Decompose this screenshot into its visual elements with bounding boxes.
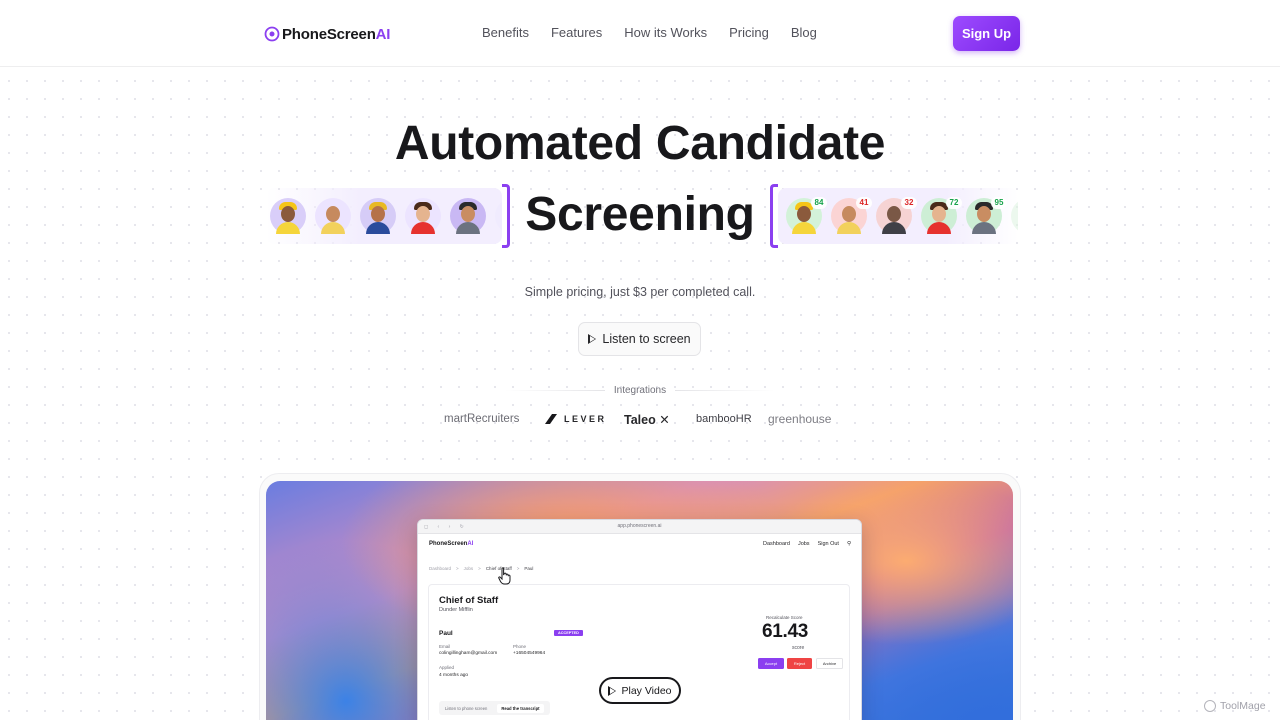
phone-logo-icon (264, 26, 280, 42)
score-badge: 41 (856, 197, 872, 209)
hand-cursor-icon (498, 567, 511, 585)
email-label: Email (439, 644, 451, 649)
app-nav-dashboard[interactable]: Dashboard (763, 541, 790, 547)
integrations-divider-right (675, 390, 775, 391)
hero-rotating-word: Screening (525, 188, 755, 241)
nav-link-benefits[interactable]: Benefits (482, 25, 529, 40)
lever-mark-icon (545, 414, 557, 424)
candidate-strip-right: 84 41 32 72 95 (778, 188, 1018, 244)
integration-logos: martRecruiters LEVER Taleo ✕ bambooHR gr… (444, 409, 836, 429)
job-title: Chief of Staff (439, 595, 499, 606)
app-nav: PhoneScreenAI Dashboard Jobs Sign Out ⚲ (418, 534, 861, 554)
breadcrumb-item: Paul (524, 566, 534, 571)
play-video-label: Play Video (621, 684, 672, 697)
score-badge: 32 (901, 197, 917, 209)
candidate-score: 61.43 (762, 621, 809, 642)
candidate-avatar: 72 (921, 197, 962, 234)
brand-logo[interactable]: PhoneScreenAI (264, 24, 390, 44)
watermark: ToolMage (1204, 700, 1266, 712)
top-nav: PhoneScreenAI Benefits Features How its … (0, 0, 1280, 67)
breadcrumb-item[interactable]: Jobs (464, 566, 474, 571)
nav-link-features[interactable]: Features (551, 25, 602, 40)
candidate-avatar: 84 (786, 197, 827, 234)
app-nav-links: Dashboard Jobs Sign Out ⚲ (763, 541, 851, 547)
score-caption: score (792, 645, 805, 651)
app-nav-jobs[interactable]: Jobs (798, 541, 810, 547)
tab-listen[interactable]: Listen to phone screen (445, 706, 487, 711)
score-badge: 95 (991, 197, 1007, 209)
candidate-avatar: 41 (831, 197, 872, 234)
play-icon (588, 334, 597, 344)
highlight-bracket-right (770, 184, 778, 248)
accept-button[interactable]: Accept (758, 658, 784, 669)
recalculate-score-link[interactable]: Recalculate Score (766, 615, 803, 620)
reject-button[interactable]: Reject (787, 658, 812, 669)
company-name: Dunder Mifflin (439, 607, 473, 613)
hero-title: Automated Candidate (394, 117, 886, 170)
phone-label: Phone (513, 644, 527, 649)
nav-links: Benefits Features How its Works Pricing … (482, 25, 839, 40)
email-value: colingillingham@gmail.com (439, 651, 498, 656)
browser-url: app.phonescreen.ai (617, 523, 662, 529)
score-badge: 84 (811, 197, 827, 209)
candidate-avatar: 32 (876, 197, 917, 234)
nav-link-how-it-works[interactable]: How its Works (624, 25, 707, 40)
breadcrumb-item[interactable]: Dashboard (429, 566, 451, 571)
archive-button[interactable]: Archive (816, 658, 843, 669)
play-video-button[interactable]: Play Video (599, 677, 681, 704)
candidate-name: Paul (439, 630, 453, 637)
play-icon (608, 685, 617, 696)
brand-name: PhoneScreenAI (282, 25, 391, 43)
integrations-label: Integrations (613, 385, 667, 396)
listen-to-screen-button[interactable]: Listen to screen (578, 322, 701, 356)
lever-logo: LEVER (544, 413, 624, 425)
taleo-mark-icon: ✕ (659, 412, 670, 427)
nav-link-blog[interactable]: Blog (791, 25, 817, 40)
user-icon[interactable]: ⚲ (847, 541, 851, 547)
breadcrumb: Dashboard > Jobs > Chief of Staff > Paul (429, 566, 534, 571)
hero-subtitle: Simple pricing, just $3 per completed ca… (524, 285, 756, 299)
candidate-avatar (1011, 198, 1018, 234)
app-nav-sign-out[interactable]: Sign Out (818, 541, 839, 547)
nav-link-pricing[interactable]: Pricing (729, 25, 769, 40)
applied-label: Applied (439, 665, 455, 670)
applied-value: 4 months ago (439, 673, 469, 678)
tab-transcript[interactable]: Read the transcript (497, 703, 544, 713)
bamboohr-logo: bambooHR (696, 413, 752, 425)
taleo-logo: Taleo ✕ (624, 412, 670, 427)
smartrecruiters-logo: martRecruiters (444, 413, 520, 425)
candidate-avatar: 95 (966, 197, 1007, 234)
greenhouse-logo: greenhouse (768, 412, 832, 426)
sign-up-button[interactable]: Sign Up (953, 16, 1020, 51)
app-logo: PhoneScreenAI (429, 541, 474, 547)
toolmage-icon (1204, 700, 1216, 712)
listen-button-label: Listen to screen (602, 332, 691, 346)
score-badge: 72 (946, 197, 962, 209)
status-badge: ACCEPTED (554, 630, 583, 636)
preview-tabs: Listen to phone screen Read the transcri… (439, 701, 550, 715)
phone-value: +16504549964 (513, 651, 546, 656)
browser-bar: ◻ ‹ › ↻ app.phonescreen.ai (418, 520, 861, 534)
